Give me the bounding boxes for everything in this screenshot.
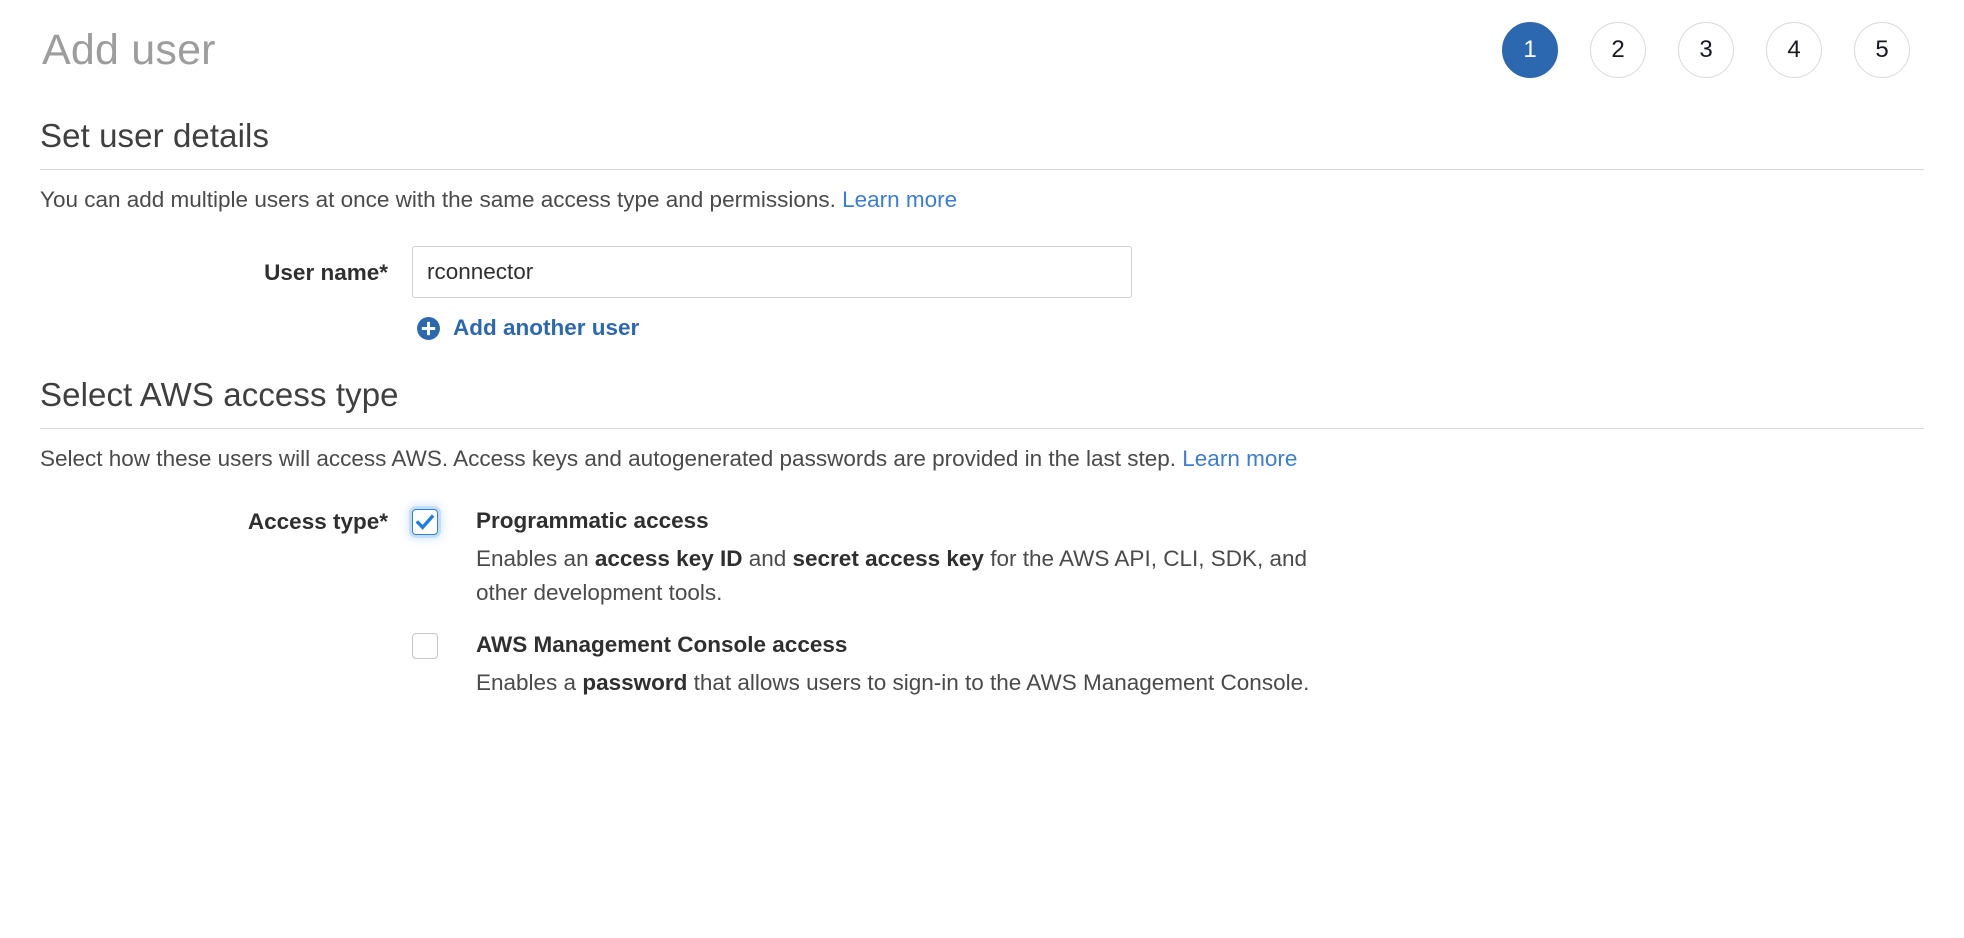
- description-text: You can add multiple users at once with …: [40, 186, 836, 212]
- plain-text: and: [742, 546, 793, 572]
- step-indicator-5[interactable]: 5: [1854, 22, 1910, 78]
- step-indicator-4[interactable]: 4: [1766, 22, 1822, 78]
- emphasis-text: access key ID: [594, 546, 743, 572]
- access-type-text: AWS Management Console access Enables a p…: [462, 631, 1309, 699]
- access-type-option-row: Access type* Programmatic access Enables a…: [40, 507, 1924, 609]
- step-indicator: 12345: [1502, 22, 1924, 78]
- check-icon: [415, 514, 435, 531]
- checkbox-holder: [412, 507, 462, 536]
- emphasis-text: password: [582, 670, 688, 695]
- add-another-user-label[interactable]: Add another user: [453, 315, 639, 341]
- step-indicator-3[interactable]: 3: [1678, 22, 1734, 78]
- emphasis-text: secret access key: [792, 546, 984, 572]
- set-user-details-description: You can add multiple users at once with …: [40, 185, 1924, 214]
- access-type-option-description: Enables an access key ID and secret acce…: [476, 542, 1362, 609]
- page-title: Add user: [42, 25, 216, 74]
- access-type-option-row: AWS Management Console access Enables a p…: [40, 631, 1924, 699]
- learn-more-link-user-details[interactable]: Learn more: [842, 187, 957, 212]
- access-type-checkbox[interactable]: [412, 509, 438, 536]
- access-type-option-title[interactable]: AWS Management Console access: [476, 631, 1309, 658]
- access-type-text: Programmatic access Enables an access key…: [462, 507, 1362, 609]
- set-user-details-section: Set user details You can add multiple us…: [40, 117, 1924, 341]
- access-type-description: Select how these users will access AWS. …: [40, 444, 1924, 473]
- section-divider: [40, 168, 1924, 170]
- step-indicator-2[interactable]: 2: [1590, 22, 1646, 78]
- access-type-checkbox[interactable]: [412, 633, 438, 659]
- access-type-options: Access type* Programmatic access Enables a…: [40, 507, 1924, 699]
- access-type-label: Access type*: [247, 509, 388, 535]
- plain-text: that allows users to sign-in to the AWS …: [687, 670, 1310, 695]
- plain-text: Enables an: [476, 546, 595, 572]
- access-type-heading: Select AWS access type: [40, 376, 399, 414]
- wizard-header: Add user 12345: [40, 0, 1924, 92]
- username-label: User name*: [264, 260, 388, 286]
- access-type-option-description: Enables a password that allows users to …: [476, 666, 1309, 699]
- set-user-details-heading: Set user details: [40, 117, 270, 154]
- add-another-user-button[interactable]: Add another user: [412, 315, 1924, 341]
- username-form-row: User name*: [40, 246, 1924, 299]
- checkbox-holder: [412, 631, 462, 659]
- plus-circle-icon: [417, 316, 440, 340]
- access-type-section: Select AWS access type Select how these …: [40, 376, 1924, 699]
- section-divider: [40, 428, 1924, 430]
- add-user-wizard-page: Add user 12345 Set user details You can …: [0, 0, 1964, 938]
- learn-more-link-access-type[interactable]: Learn more: [1182, 446, 1297, 471]
- step-indicator-1[interactable]: 1: [1502, 22, 1558, 78]
- access-type-option-title[interactable]: Programmatic access: [476, 507, 1362, 534]
- plain-text: Enables a: [476, 670, 583, 695]
- description-text: Select how these users will access AWS. …: [40, 446, 1177, 472]
- username-input[interactable]: [412, 246, 1132, 299]
